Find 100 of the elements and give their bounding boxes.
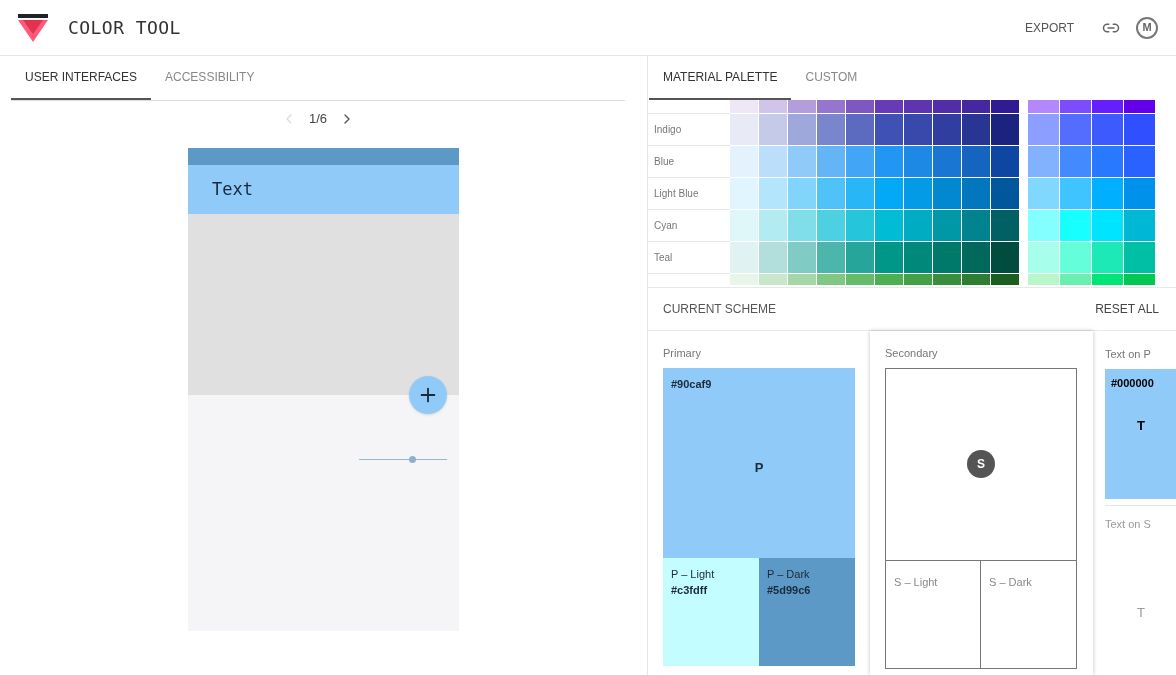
- color-swatch[interactable]: [904, 242, 932, 273]
- color-swatch[interactable]: [788, 242, 816, 273]
- palette-row-label: Indigo: [654, 123, 682, 137]
- color-swatch[interactable]: [962, 146, 990, 177]
- color-swatch[interactable]: [1124, 146, 1155, 177]
- color-swatch[interactable]: [759, 146, 787, 177]
- hex-value: #c3fdff: [671, 583, 708, 598]
- reset-all-button[interactable]: RESET ALL: [1095, 300, 1161, 318]
- color-swatch[interactable]: [991, 114, 1019, 145]
- color-swatch[interactable]: [904, 114, 932, 145]
- variant-label: S – Light: [894, 575, 938, 588]
- hex-value: #90caf9: [671, 376, 712, 392]
- color-swatch[interactable]: [904, 146, 932, 177]
- color-swatch[interactable]: [1060, 242, 1091, 273]
- secondary-swatch[interactable]: S: [885, 367, 1077, 561]
- color-swatch[interactable]: [933, 210, 961, 241]
- text-color-swatch[interactable]: #000000 T: [1105, 369, 1176, 499]
- color-swatch[interactable]: [933, 146, 961, 177]
- color-swatch[interactable]: [991, 242, 1019, 273]
- color-swatch[interactable]: [846, 146, 874, 177]
- tab[interactable]: ACCESSIBILITY: [151, 56, 269, 100]
- color-swatch[interactable]: [846, 210, 874, 241]
- app-title: COLOR TOOL: [68, 16, 181, 40]
- account-badge[interactable]: M: [1136, 16, 1158, 39]
- palette-row-label: Teal: [654, 251, 673, 265]
- add-button[interactable]: [409, 376, 447, 414]
- color-swatch[interactable]: [817, 178, 845, 209]
- color-swatch[interactable]: [788, 114, 816, 145]
- color-swatch[interactable]: [788, 178, 816, 209]
- color-swatch[interactable]: [730, 242, 758, 273]
- slider-thumb[interactable]: [408, 456, 416, 463]
- swatch-letter: P: [754, 459, 764, 477]
- color-swatch[interactable]: [904, 178, 932, 209]
- card-label: Text on S: [1105, 517, 1152, 532]
- color-swatch[interactable]: [730, 210, 758, 241]
- color-swatch[interactable]: [759, 178, 787, 209]
- color-swatch[interactable]: [846, 242, 874, 273]
- color-swatch[interactable]: [817, 210, 845, 241]
- color-swatch[interactable]: [846, 178, 874, 209]
- color-swatch[interactable]: [1092, 146, 1123, 177]
- color-swatch[interactable]: [1092, 114, 1123, 145]
- palette-row-label: Light Blue: [654, 187, 699, 201]
- color-swatch[interactable]: [875, 242, 903, 273]
- tab[interactable]: USER INTERFACES: [11, 56, 152, 100]
- color-swatch[interactable]: [788, 210, 816, 241]
- color-swatch[interactable]: [1124, 114, 1155, 145]
- color-swatch[interactable]: [1060, 146, 1091, 177]
- color-swatch[interactable]: [991, 146, 1019, 177]
- color-swatch[interactable]: [1028, 114, 1059, 145]
- color-swatch[interactable]: [759, 242, 787, 273]
- color-swatch[interactable]: [991, 178, 1019, 209]
- color-swatch[interactable]: [1124, 178, 1155, 209]
- app-bar: Text: [188, 165, 459, 214]
- color-swatch[interactable]: [730, 146, 758, 177]
- color-swatch[interactable]: [1028, 242, 1059, 273]
- color-swatch[interactable]: [875, 114, 903, 145]
- primary-swatch[interactable]: #90caf9 P: [663, 367, 855, 558]
- logo-icon: [18, 13, 48, 42]
- color-swatch[interactable]: [904, 210, 932, 241]
- color-swatch[interactable]: [962, 178, 990, 209]
- color-swatch[interactable]: [817, 114, 845, 145]
- color-swatch[interactable]: [817, 146, 845, 177]
- variant-swatch[interactable]: P – Dark #5d99c6: [759, 557, 855, 666]
- color-swatch[interactable]: [1028, 210, 1059, 241]
- color-swatch[interactable]: [962, 114, 990, 145]
- color-swatch[interactable]: [1092, 242, 1123, 273]
- color-swatch[interactable]: [933, 242, 961, 273]
- color-swatch[interactable]: [846, 114, 874, 145]
- color-swatch[interactable]: [1060, 114, 1091, 145]
- color-swatch[interactable]: [962, 210, 990, 241]
- color-swatch[interactable]: [962, 242, 990, 273]
- color-swatch[interactable]: [1124, 210, 1155, 241]
- color-swatch[interactable]: [875, 210, 903, 241]
- color-swatch[interactable]: [875, 146, 903, 177]
- color-swatch[interactable]: [1092, 178, 1123, 209]
- color-swatch[interactable]: [933, 114, 961, 145]
- color-swatch[interactable]: [730, 114, 758, 145]
- variant-swatch[interactable]: S – Light: [885, 560, 981, 669]
- tab[interactable]: CUSTOM: [791, 56, 872, 100]
- color-swatch[interactable]: [759, 210, 787, 241]
- color-swatch[interactable]: [817, 242, 845, 273]
- color-swatch[interactable]: [1060, 210, 1091, 241]
- color-swatch[interactable]: [875, 178, 903, 209]
- color-swatch[interactable]: [1028, 146, 1059, 177]
- variant-label: S – Dark: [989, 575, 1032, 588]
- color-swatch[interactable]: [1028, 178, 1059, 209]
- color-swatch[interactable]: [788, 146, 816, 177]
- color-swatch[interactable]: [759, 114, 787, 145]
- export-button[interactable]: EXPORT: [1016, 18, 1082, 37]
- variant-label: P – Light: [671, 566, 715, 582]
- color-swatch[interactable]: [1124, 242, 1155, 273]
- hex-value: #000000: [1111, 376, 1155, 391]
- color-swatch[interactable]: [730, 178, 758, 209]
- palette-row-label: Cyan: [654, 219, 678, 233]
- color-swatch[interactable]: [1092, 210, 1123, 241]
- swatch-letter: T: [1137, 603, 1146, 622]
- color-swatch[interactable]: [933, 178, 961, 209]
- variant-swatch[interactable]: P – Light #c3fdff: [663, 557, 759, 666]
- color-swatch[interactable]: [1060, 178, 1091, 209]
- color-swatch[interactable]: [991, 210, 1019, 241]
